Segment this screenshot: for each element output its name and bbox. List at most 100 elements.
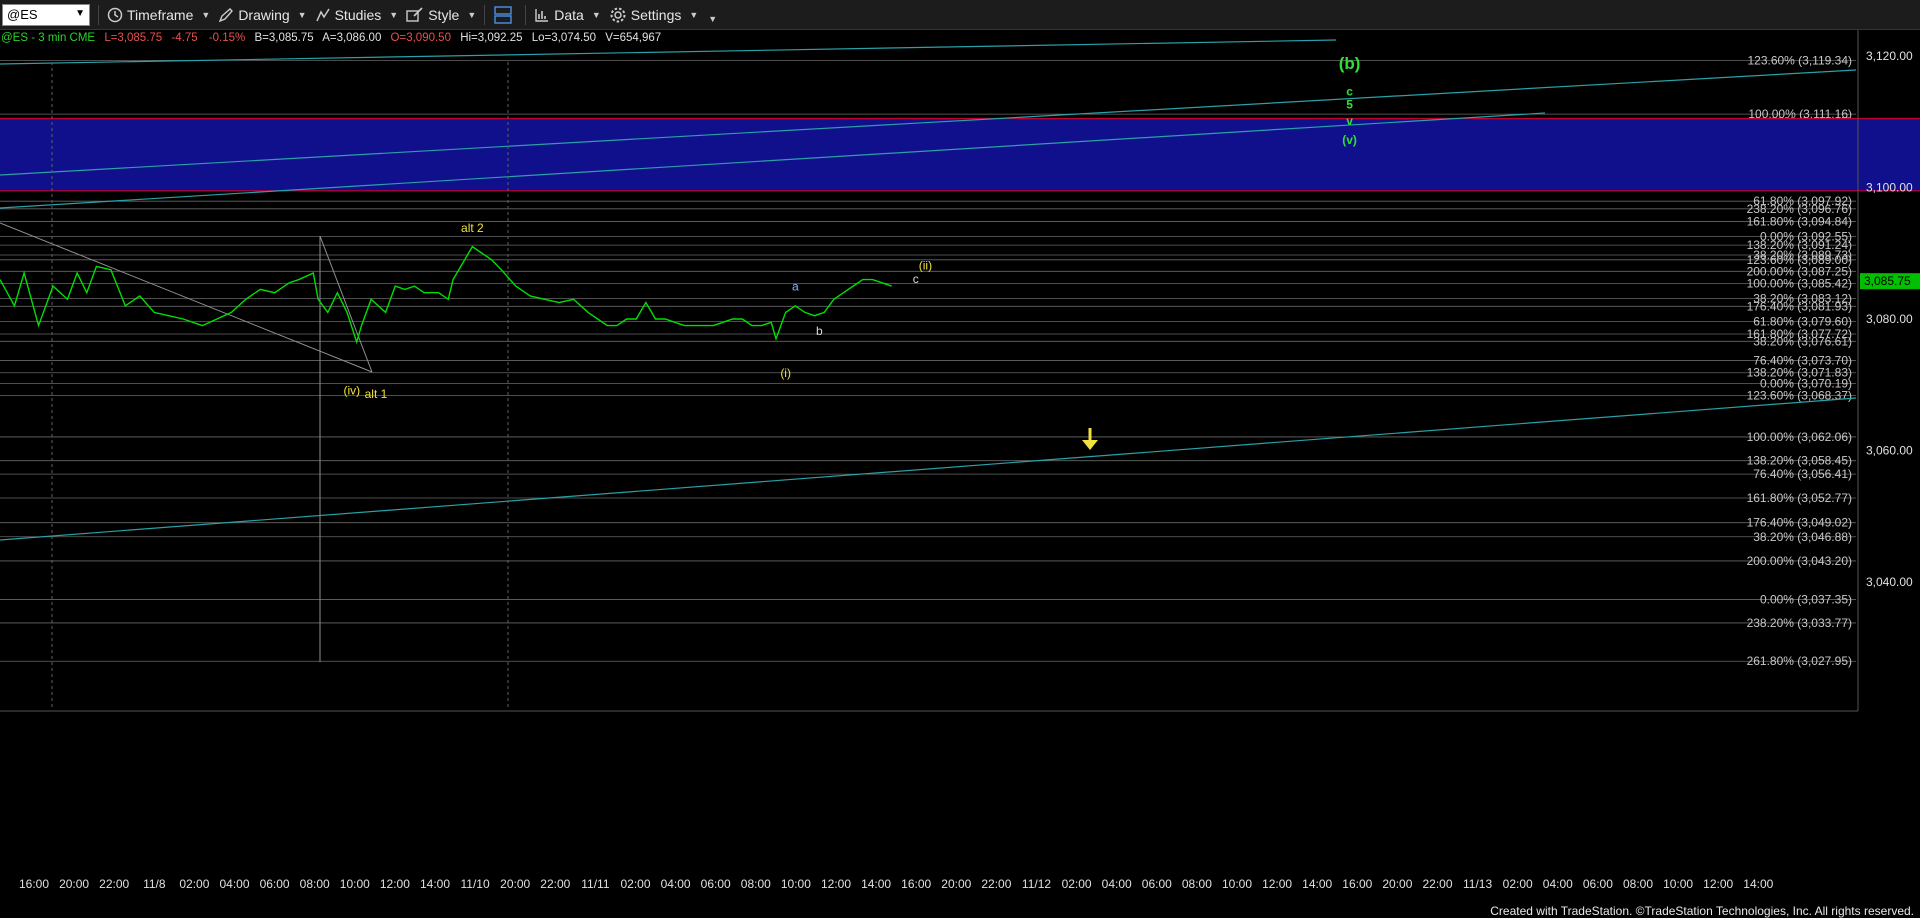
time-tick-label: 22:00 (540, 877, 570, 890)
time-tick-label: 08:00 (1623, 877, 1653, 890)
style-icon (406, 6, 423, 22)
time-tick-label: 11/11 (581, 877, 610, 890)
time-tick-label: 16:00 (901, 877, 931, 890)
time-tick-label: 06:00 (1583, 877, 1613, 890)
studies-label: Studies (334, 6, 382, 23)
toolbar-divider (98, 4, 99, 25)
quote-bid: B=3,085.75 (254, 32, 313, 44)
time-tick-label: 12:00 (380, 877, 410, 890)
fib-level-label: 238.20% (3,033.77) (1747, 616, 1852, 630)
last-price-label: 3,085.75 (1864, 274, 1911, 288)
wave-label: alt 1 (365, 387, 388, 401)
settings-button[interactable]: Settings ▼ ▼ (609, 6, 717, 24)
time-tick-label: 10:00 (781, 877, 811, 890)
quote-bar: @ES - 3 min CME L=3,085.75 -4.75 -0.15% … (1, 32, 661, 44)
studies-button[interactable]: Studies ▼ (315, 6, 398, 23)
quote-pct: -0.15% (209, 32, 245, 44)
timeframe-label: Timeframe (127, 6, 194, 23)
time-tick-label: 14:00 (861, 877, 891, 890)
fib-level-label: 123.60% (3,119.34) (1747, 53, 1852, 67)
wave-label: c (1346, 84, 1353, 98)
wave-label: (v) (1342, 133, 1357, 147)
quote-line: @ES - 3 min CME L=3,085.75 -4.75 -0.15% … (1, 32, 661, 44)
time-tick-label: 10:00 (340, 877, 370, 890)
time-tick-label: 16:00 (19, 877, 49, 890)
fib-level-label: 76.40% (3,056.41) (1753, 467, 1852, 481)
price-tick-label: 3,040.00 (1866, 575, 1913, 589)
time-tick-label: 10:00 (1663, 877, 1693, 890)
chevron-down-icon: ▼ (201, 9, 211, 20)
wave-label: (ii) (919, 259, 932, 273)
time-tick-label: 14:00 (1743, 877, 1773, 890)
quote-change: -4.75 (171, 32, 197, 44)
time-tick-label: 02:00 (1503, 877, 1533, 890)
data-icon (535, 8, 549, 22)
price-tick-label: 3,060.00 (1866, 444, 1913, 458)
time-tick-label: 14:00 (1302, 877, 1332, 890)
symbol-value: @ES (7, 7, 38, 22)
quote-open: O=3,090.50 (391, 32, 451, 44)
quote-high: Hi=3,092.25 (460, 32, 522, 44)
time-tick-label: 20:00 (59, 877, 89, 890)
quote-symbol: @ES - 3 min CME (1, 32, 95, 44)
price-tick-label: 3,120.00 (1866, 49, 1913, 63)
price-tick-label: 3,080.00 (1866, 312, 1913, 326)
price-tick-label: 3,100.00 (1866, 181, 1913, 195)
fib-level-label: 38.20% (3,046.88) (1753, 530, 1852, 544)
overflow-caret-icon[interactable]: ▼ (708, 14, 717, 24)
wave-label: 5 (1346, 98, 1353, 112)
time-tick-label: 02:00 (1062, 877, 1092, 890)
time-tick-label: 04:00 (1543, 877, 1573, 890)
time-tick-label: 12:00 (1262, 877, 1292, 890)
toolbar: @ES ▼ Timeframe ▼ Drawing ▼ Studies ▼ St… (0, 0, 1920, 30)
time-tick-label: 11/8 (143, 877, 166, 890)
wave-label: a (792, 280, 799, 294)
drawing-button[interactable]: Drawing ▼ (218, 7, 307, 23)
time-tick-label: 04:00 (219, 877, 249, 890)
time-tick-label: 11/10 (461, 877, 490, 890)
layout-button[interactable] (493, 5, 517, 25)
price-chart[interactable]: 123.60% (3,119.34)100.00% (3,111.16)261.… (0, 30, 1920, 890)
time-tick-label: 12:00 (1703, 877, 1733, 890)
fib-level-label: 176.40% (3,049.02) (1747, 516, 1852, 530)
wave-label: (i) (780, 366, 791, 380)
time-tick-label: 04:00 (661, 877, 691, 890)
time-tick-label: 20:00 (941, 877, 971, 890)
chevron-down-icon: ▼ (689, 9, 699, 20)
copyright-footer: Created with TradeStation. ©TradeStation… (1490, 904, 1914, 918)
fib-level-label: 176.40% (3,081.93) (1747, 299, 1852, 313)
layout-icon (494, 5, 513, 24)
time-tick-label: 06:00 (260, 877, 290, 890)
fib-level-label: 100.00% (3,085.42) (1747, 276, 1852, 290)
symbol-input[interactable]: @ES ▼ (2, 3, 90, 26)
chevron-down-icon[interactable]: ▼ (75, 8, 85, 19)
wave-label: (b) (1339, 54, 1361, 73)
wave-label: c (913, 272, 919, 286)
data-button[interactable]: Data ▼ (534, 7, 601, 23)
time-tick-label: 22:00 (981, 877, 1011, 890)
timeframe-button[interactable]: Timeframe ▼ (107, 7, 210, 23)
quote-ask: A=3,086.00 (322, 32, 381, 44)
time-tick-label: 02:00 (179, 877, 209, 890)
time-tick-label: 02:00 (620, 877, 650, 890)
time-tick-label: 06:00 (701, 877, 731, 890)
style-button[interactable]: Style ▼ (406, 7, 476, 23)
chevron-down-icon: ▼ (467, 9, 477, 20)
fib-level-label: 138.20% (3,058.45) (1747, 454, 1852, 468)
studies-icon (315, 8, 330, 21)
time-tick-label: 11/13 (1463, 877, 1492, 890)
wave-label: alt 2 (461, 221, 484, 235)
chevron-down-icon: ▼ (591, 9, 601, 20)
quote-volume: V=654,967 (605, 32, 661, 44)
time-tick-label: 08:00 (741, 877, 771, 890)
time-tick-label: 06:00 (1142, 877, 1172, 890)
fib-level-label: 123.60% (3,068.37) (1747, 388, 1852, 402)
time-tick-label: 22:00 (1422, 877, 1452, 890)
time-tick-label: 20:00 (500, 877, 530, 890)
time-tick-label: 11/12 (1022, 877, 1051, 890)
style-label: Style (428, 6, 460, 23)
time-tick-label: 20:00 (1382, 877, 1412, 890)
time-tick-label: 12:00 (821, 877, 851, 890)
gear-icon (610, 7, 626, 22)
wave-label: (iv) (344, 384, 361, 398)
